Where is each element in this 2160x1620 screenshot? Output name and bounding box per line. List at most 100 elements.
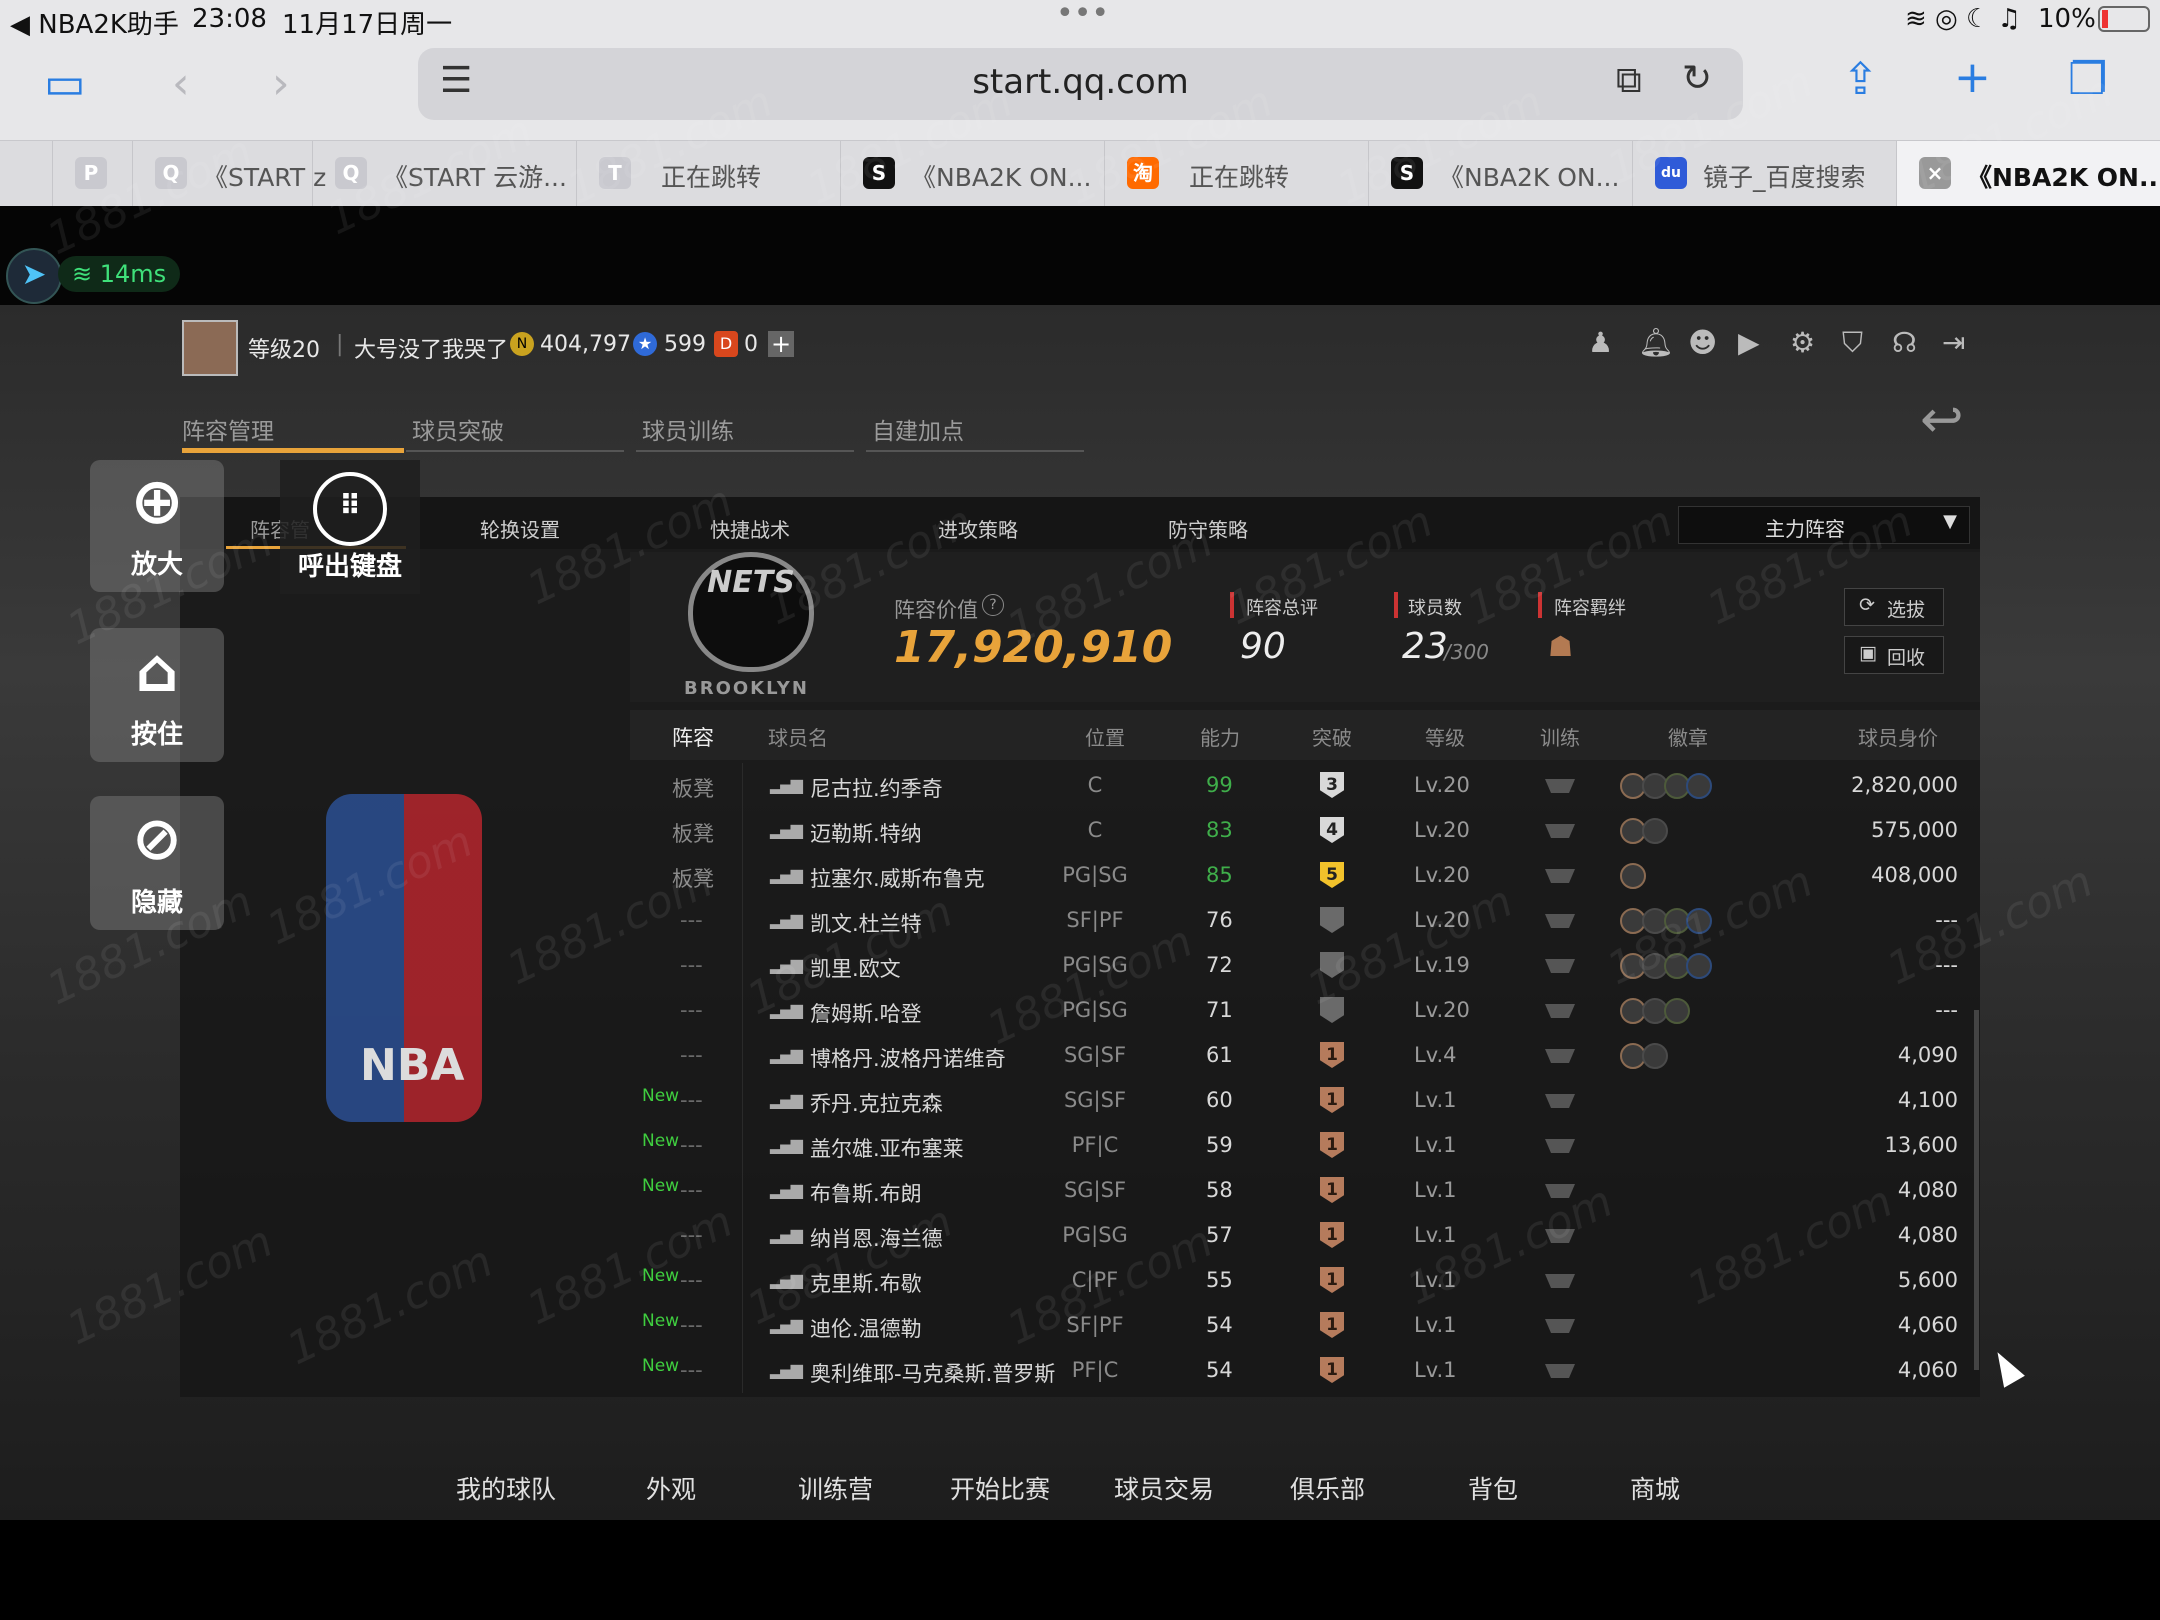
subtab-rotation[interactable]: 轮换设置 <box>480 514 560 543</box>
column-divider <box>742 1258 743 1303</box>
help-icon[interactable]: ? <box>982 594 1004 616</box>
tab-label: 自建加点 <box>872 419 964 445</box>
keyboard-button[interactable]: ⠿ 呼出键盘 <box>280 460 420 594</box>
tab-breakthrough[interactable]: 球员突破 <box>406 412 630 452</box>
nav-training-camp[interactable]: 训练营 <box>798 1470 873 1506</box>
reload-icon[interactable]: ↻ <box>1682 58 1712 99</box>
header-breakthrough[interactable]: 突破 <box>1312 722 1352 751</box>
header-role[interactable]: 阵容 <box>672 722 714 752</box>
zoom-button[interactable]: ⊕ 放大 <box>90 460 224 592</box>
hide-button[interactable]: ⊘ 隐藏 <box>90 796 224 930</box>
back-arrow-icon[interactable]: ↩ <box>1920 390 1964 450</box>
player-name: 奥利维耶-马克桑斯.普罗斯 <box>810 1362 1056 1386</box>
video-icon[interactable]: ▶ <box>1738 326 1760 359</box>
nav-club[interactable]: 俱乐部 <box>1290 1470 1365 1506</box>
table-row[interactable]: --- ▂▄▆ 詹姆斯.哈登 PG|SG 71 Lv.20 --- <box>630 988 1970 1033</box>
table-row[interactable]: New --- ▂▄▆ 迪伦.温德勒 SF|PF 54 1 Lv.1 4,060 <box>630 1303 1970 1348</box>
tab-item[interactable]: T 正在跳转 <box>576 141 841 207</box>
hide-label: 隐藏 <box>130 888 183 918</box>
tab-item[interactable]: S 《NBA2K ON... <box>1368 141 1633 207</box>
lineup-select[interactable]: 主力阵容 ▼ <box>1678 506 1970 544</box>
friends-icon[interactable]: ☻ <box>1688 326 1717 359</box>
table-row[interactable]: New --- ▂▄▆ 盖尔雄.亚布塞莱 PF|C 59 1 Lv.1 13,600 <box>630 1123 1970 1168</box>
table-row[interactable]: 板凳 ▂▄▆ 尼古拉.约季奇 C 99 3 Lv.20 2,820,000 <box>630 763 1970 808</box>
back-to-app-link[interactable]: ◀ NBA2K助手 <box>10 4 179 41</box>
table-row[interactable]: --- ▂▄▆ 纳肖恩.海兰德 PG|SG 57 1 Lv.1 4,080 <box>630 1213 1970 1258</box>
header-rating[interactable]: 能力 <box>1200 722 1240 751</box>
back-icon[interactable]: ‹ <box>172 58 190 109</box>
bell-icon[interactable]: 🔔︎ <box>1638 326 1674 359</box>
tab-item[interactable]: Q 《START 云游... <box>312 141 577 207</box>
multitask-dots-icon[interactable]: ••• <box>1056 0 1109 31</box>
address-bar[interactable]: ☰ start.qq.com ⧉ ↻ <box>418 48 1743 120</box>
pick-button[interactable]: ⟳ 选拔 <box>1844 588 1944 626</box>
count-marker <box>1394 592 1398 618</box>
tabs-overview-icon[interactable]: ❐ <box>2068 54 2107 105</box>
sidebar-toggle-icon[interactable]: ▭ <box>44 58 86 109</box>
keyboard-icon: ⠿ <box>313 472 387 546</box>
tab-lineup[interactable]: 阵容管理 <box>182 412 404 453</box>
subtab-quick-tactics[interactable]: 快捷战术 <box>710 514 790 543</box>
tab-custom-points[interactable]: 自建加点 <box>866 412 1090 452</box>
table-row[interactable]: New --- ▂▄▆ 克里斯.布歇 C|PF 55 1 Lv.1 5,600 <box>630 1258 1970 1303</box>
recycle-button[interactable]: ▣ 回收 <box>1844 636 1944 674</box>
header-badges[interactable]: 徽章 <box>1668 722 1708 751</box>
training-icon <box>1545 1364 1575 1378</box>
table-row[interactable]: --- ▂▄▆ 凯里.欧文 PG|SG 72 Lv.19 --- <box>630 943 1970 988</box>
header-training[interactable]: 训练 <box>1540 722 1580 751</box>
gear-icon[interactable]: ⚙ <box>1790 326 1815 359</box>
table-row[interactable]: 板凳 ▂▄▆ 迈勒斯.特纳 C 83 4 Lv.20 575,000 <box>630 808 1970 853</box>
tab-item[interactable]: S 《NBA2K ON... <box>840 141 1105 207</box>
header-price[interactable]: 球员身价 <box>1858 722 1938 751</box>
nav-shop[interactable]: 商城 <box>1630 1470 1680 1506</box>
tab-item-active[interactable]: × 《NBA2K ON... <box>1896 141 2160 207</box>
headset-icon[interactable]: ☊ <box>1892 326 1917 359</box>
share-icon[interactable]: ⇪ <box>1842 54 1879 105</box>
table-row[interactable]: New --- ▂▄▆ 布鲁斯.布朗 SG|SF 58 1 Lv.1 4,080 <box>630 1168 1970 1213</box>
header-name[interactable]: 球员名 <box>768 722 828 751</box>
subtab-offense[interactable]: 进攻策略 <box>938 514 1018 543</box>
table-row[interactable]: --- ▂▄▆ 凯文.杜兰特 SF|PF 76 Lv.20 --- <box>630 898 1970 943</box>
tab-item[interactable]: Q 《START z <box>132 141 326 207</box>
table-row[interactable]: New --- ▂▄▆ 乔丹.克拉克森 SG|SF 60 1 Lv.1 4,100 <box>630 1078 1970 1123</box>
tab-item[interactable]: du 镜子_百度搜索 <box>1632 141 1897 207</box>
player-price: 4,090 <box>1897 1043 1958 1067</box>
tab-item[interactable]: 淘 正在跳转 <box>1104 141 1369 207</box>
nav-start-game[interactable]: 开始比赛 <box>950 1470 1050 1506</box>
nav-player-trade[interactable]: 球员交易 <box>1114 1470 1214 1506</box>
subtab-defense[interactable]: 防守策略 <box>1168 514 1248 543</box>
table-row[interactable]: New --- ▂▄▆ 奥利维耶-马克桑斯.普罗斯 PF|C 54 1 Lv.1 4,060 <box>630 1348 1970 1393</box>
signal-bars-icon: ▂▄▆ <box>770 775 803 794</box>
extension-icon[interactable]: ⧉ <box>1616 60 1642 102</box>
add-currency-button[interactable]: + <box>768 331 794 357</box>
nav-appearance[interactable]: 外观 <box>646 1470 696 1506</box>
player-position: PG|SG <box>1062 953 1128 977</box>
zoom-in-icon: ⊕ <box>130 465 184 539</box>
tab-label: 正在跳转 <box>1189 163 1290 192</box>
tab-item[interactable]: P <box>52 141 133 207</box>
avatar[interactable] <box>182 320 238 376</box>
tab-training[interactable]: 球员训练 <box>636 412 860 452</box>
hold-button[interactable]: ⌂ 按住 <box>90 628 224 762</box>
close-tab-icon[interactable]: × <box>1919 157 1951 189</box>
nav-backpack[interactable]: 背包 <box>1468 1470 1518 1506</box>
shield-icon[interactable]: ⛉ <box>1842 326 1863 360</box>
training-icon <box>1545 1184 1575 1198</box>
header-level[interactable]: 等级 <box>1425 722 1465 751</box>
forward-icon[interactable]: › <box>272 58 290 109</box>
new-tab-icon[interactable]: + <box>1954 52 1991 103</box>
nav-my-team[interactable]: 我的球队 <box>456 1470 556 1506</box>
table-row[interactable]: --- ▂▄▆ 博格丹.波格丹诺维奇 SG|SF 61 1 Lv.4 4,090 <box>630 1033 1970 1078</box>
mouse-icon: ⌂ <box>135 636 179 706</box>
bond-icon[interactable]: ☗ <box>1548 630 1573 663</box>
table-scrollbar[interactable] <box>1974 1010 1979 1370</box>
profile-icon[interactable]: ♟ <box>1588 326 1613 359</box>
exit-icon[interactable]: ⇥ <box>1942 326 1965 359</box>
row-role: --- <box>680 1313 703 1337</box>
tab-underline <box>636 450 854 452</box>
header-position[interactable]: 位置 <box>1085 722 1125 751</box>
url-text[interactable]: start.qq.com <box>418 62 1743 102</box>
team-logo-subtext: BROOKLYN <box>684 678 809 699</box>
play-arrow-icon[interactable]: ➤ <box>6 248 62 304</box>
table-row[interactable]: 板凳 ▂▄▆ 拉塞尔.威斯布鲁克 PG|SG 85 5 Lv.20 408,000 <box>630 853 1970 898</box>
